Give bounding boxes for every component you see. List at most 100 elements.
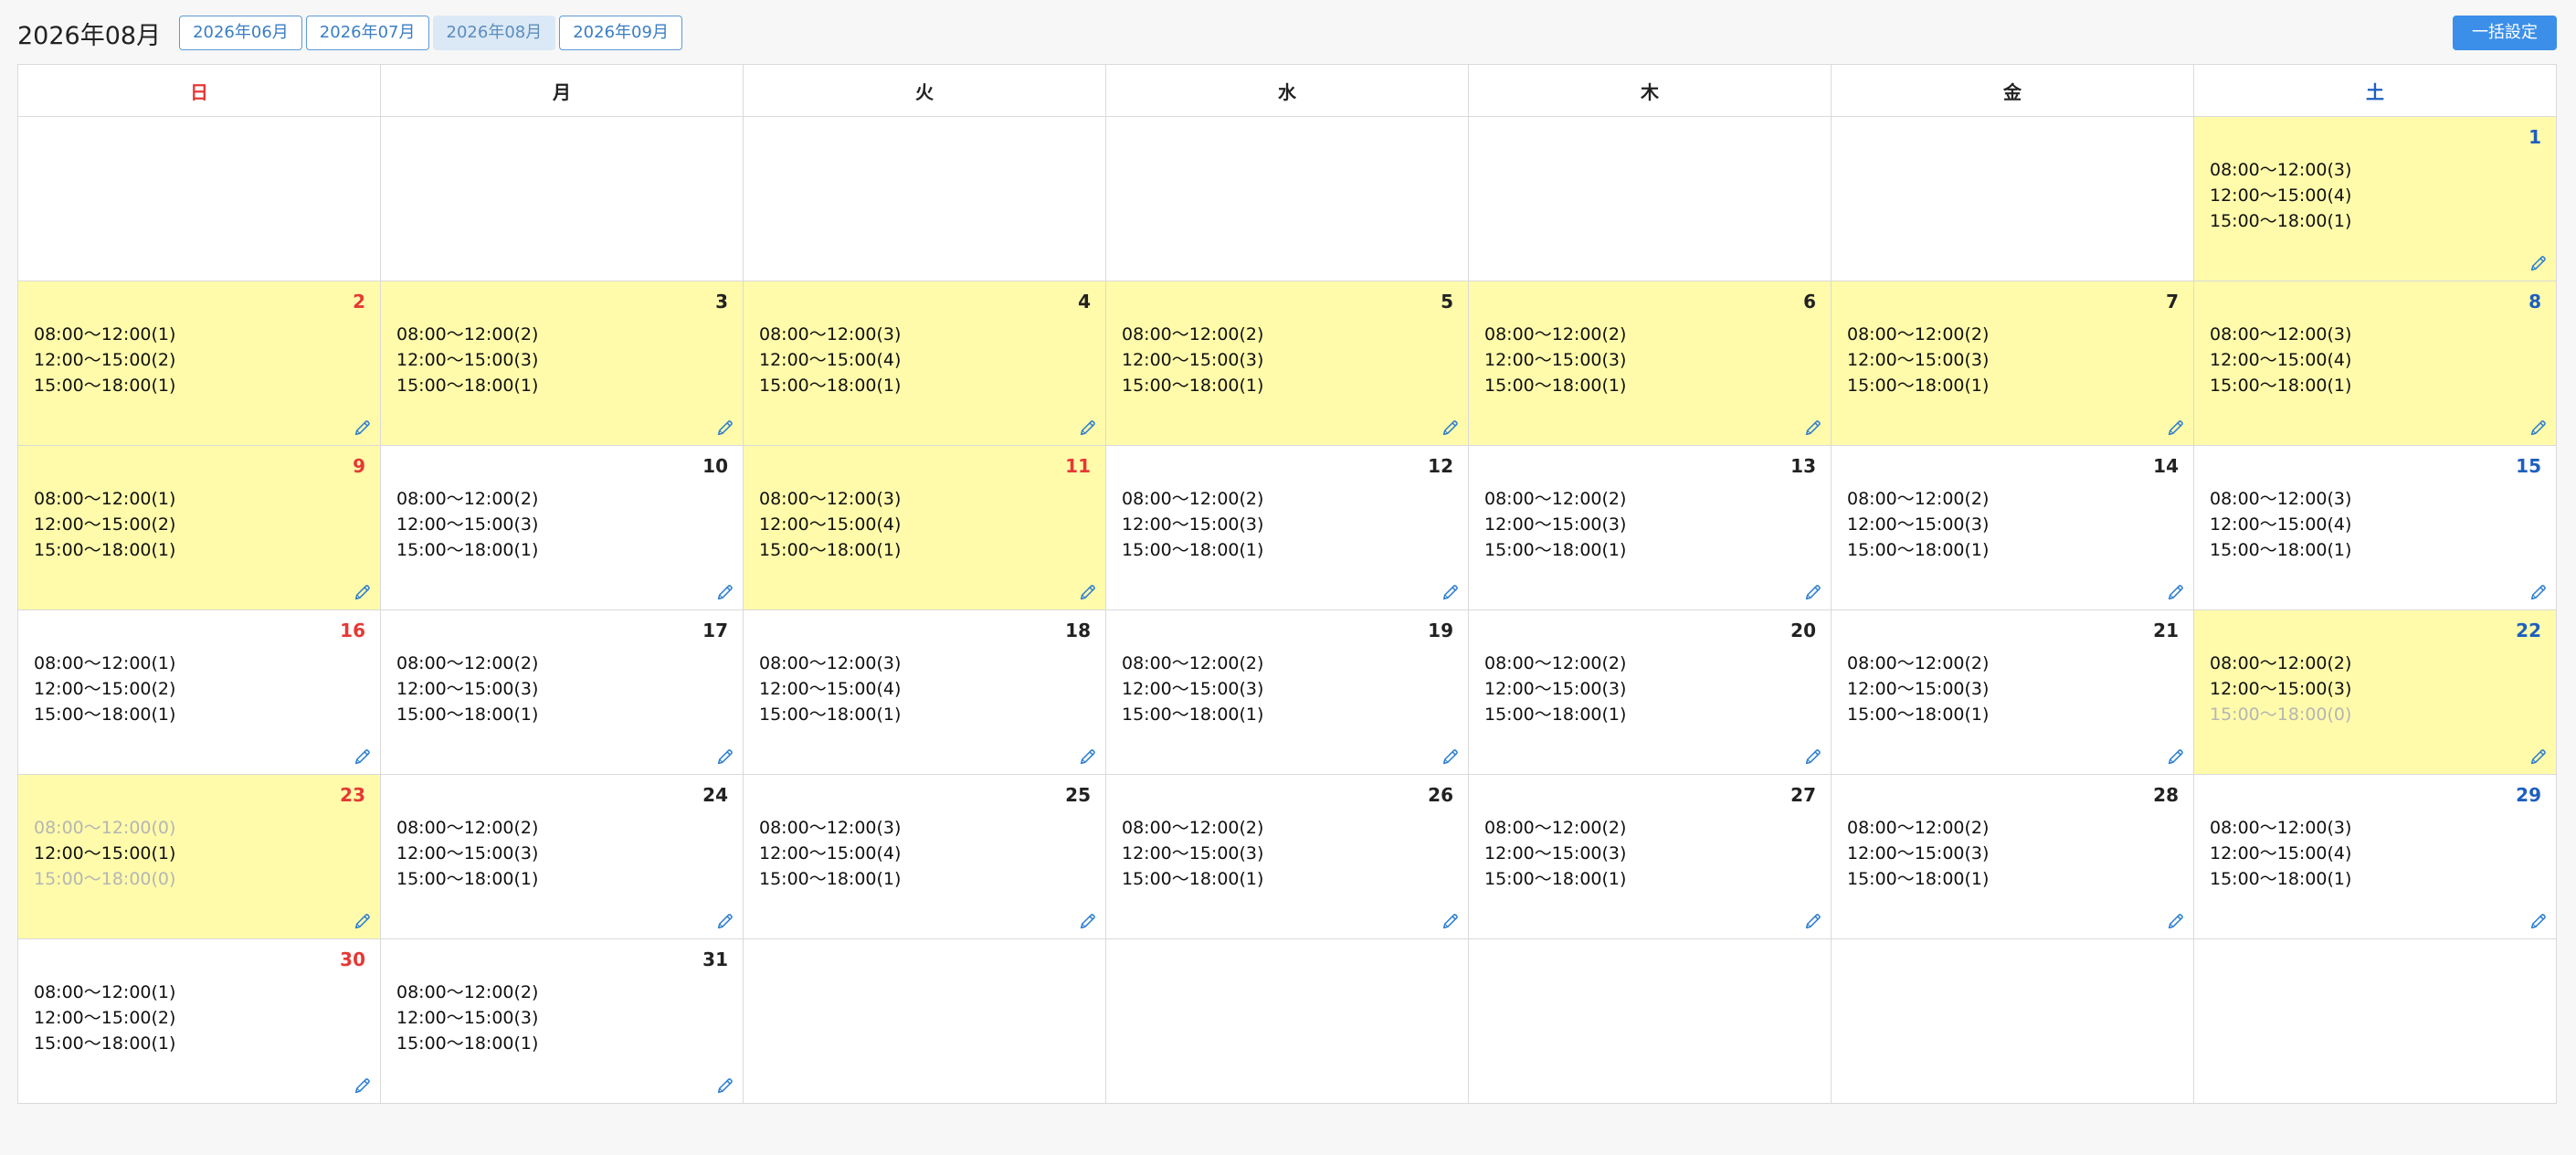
time-slot-list: 08:00〜12:00(2) 12:00〜15:00(3) 15:00〜18:00(… bbox=[396, 815, 538, 892]
time-slot: 12:00〜15:00(3) bbox=[396, 350, 539, 370]
calendar-body: 1 08:00〜12:00(3) 12:00〜15:00(4) 15:00〜18:00… bbox=[17, 116, 2557, 1104]
day-cell: 21 08:00〜12:00(2) 12:00〜15:00(3) 15:00〜18:0… bbox=[1831, 609, 2194, 775]
time-slot: 08:00〜12:00(3) bbox=[2210, 489, 2352, 509]
empty-day-cell bbox=[743, 116, 1106, 281]
edit-pencil-icon[interactable] bbox=[353, 582, 373, 602]
day-number: 20 bbox=[1790, 620, 1816, 641]
edit-pencil-icon[interactable] bbox=[1803, 582, 1823, 602]
day-cell: 19 08:00〜12:00(2) 12:00〜15:00(3) 15:00〜18:0… bbox=[1105, 609, 1469, 775]
day-cell: 15 08:00〜12:00(3) 12:00〜15:00(4) 15:00〜18:0… bbox=[2193, 445, 2557, 610]
bulk-settings-button[interactable]: 一括設定 bbox=[2453, 16, 2557, 50]
edit-pencil-icon[interactable] bbox=[353, 747, 373, 767]
edit-pencil-icon[interactable] bbox=[1441, 582, 1461, 602]
edit-pencil-icon[interactable] bbox=[2166, 582, 2186, 602]
edit-pencil-icon[interactable] bbox=[715, 582, 735, 602]
time-slot: 12:00〜15:00(3) bbox=[396, 843, 539, 864]
edit-pencil-icon[interactable] bbox=[715, 418, 735, 438]
time-slot-list: 08:00〜12:00(2) 12:00〜15:00(3) 15:00〜18:00(… bbox=[1484, 651, 1626, 727]
day-number: 22 bbox=[2516, 620, 2541, 641]
time-slot: 15:00〜18:00(1) bbox=[759, 540, 902, 560]
day-cell: 11 08:00〜12:00(3) 12:00〜15:00(4) 15:00〜18:0… bbox=[743, 445, 1106, 610]
edit-pencil-icon[interactable] bbox=[1803, 418, 1823, 438]
day-cell: 3 08:00〜12:00(2) 12:00〜15:00(3) 15:00〜18:00… bbox=[380, 281, 744, 446]
time-slot-list: 08:00〜12:00(2) 12:00〜15:00(3) 15:00〜18:00(… bbox=[1122, 322, 1263, 398]
month-button-2026-07[interactable]: 2026年07月 bbox=[305, 16, 429, 50]
time-slot: 08:00〜12:00(1) bbox=[34, 653, 176, 673]
time-slot: 08:00〜12:00(2) bbox=[2210, 653, 2352, 673]
time-slot: 08:00〜12:00(3) bbox=[2210, 324, 2352, 344]
time-slot: 15:00〜18:00(1) bbox=[396, 705, 539, 725]
weekday-sat: 土 bbox=[2193, 64, 2557, 117]
day-cell: 25 08:00〜12:00(3) 12:00〜15:00(4) 15:00〜18:0… bbox=[743, 774, 1106, 939]
weekday-fri: 金 bbox=[1831, 64, 2194, 117]
time-slot: 15:00〜18:00(1) bbox=[34, 376, 176, 396]
time-slot: 08:00〜12:00(3) bbox=[2210, 160, 2352, 180]
day-cell: 10 08:00〜12:00(2) 12:00〜15:00(3) 15:00〜18:0… bbox=[380, 445, 744, 610]
edit-pencil-icon[interactable] bbox=[715, 911, 735, 931]
edit-pencil-icon[interactable] bbox=[1441, 911, 1461, 931]
time-slot: 12:00〜15:00(3) bbox=[1122, 350, 1264, 370]
month-button-2026-09[interactable]: 2026年09月 bbox=[559, 16, 682, 50]
time-slot: 12:00〜15:00(4) bbox=[2210, 843, 2352, 864]
edit-pencil-icon[interactable] bbox=[2528, 418, 2549, 438]
edit-pencil-icon[interactable] bbox=[2166, 911, 2186, 931]
edit-pencil-icon[interactable] bbox=[1441, 747, 1461, 767]
time-slot: 15:00〜18:00(1) bbox=[1484, 705, 1627, 725]
time-slot-list: 08:00〜12:00(2) 12:00〜15:00(3) 15:00〜18:00(… bbox=[1484, 815, 1626, 892]
day-number: 2 bbox=[353, 291, 365, 313]
time-slot: 12:00〜15:00(4) bbox=[2210, 350, 2352, 370]
weekday-thu: 木 bbox=[1468, 64, 1832, 117]
time-slot: 12:00〜15:00(3) bbox=[396, 514, 539, 535]
day-number: 24 bbox=[702, 784, 728, 806]
day-cell: 6 08:00〜12:00(2) 12:00〜15:00(3) 15:00〜18:00… bbox=[1468, 281, 1832, 446]
time-slot: 15:00〜18:00(1) bbox=[1847, 869, 1990, 889]
day-number: 30 bbox=[340, 948, 365, 970]
edit-pencil-icon[interactable] bbox=[353, 418, 373, 438]
month-button-2026-06[interactable]: 2026年06月 bbox=[179, 16, 302, 50]
edit-pencil-icon[interactable] bbox=[715, 1076, 735, 1096]
day-cell: 9 08:00〜12:00(1) 12:00〜15:00(2) 15:00〜18:00… bbox=[17, 445, 381, 610]
edit-pencil-icon[interactable] bbox=[2166, 747, 2186, 767]
time-slot: 15:00〜18:00(1) bbox=[1484, 540, 1627, 560]
time-slot: 08:00〜12:00(2) bbox=[1847, 489, 1990, 509]
edit-pencil-icon[interactable] bbox=[2528, 747, 2549, 767]
time-slot: 08:00〜12:00(3) bbox=[759, 818, 902, 838]
time-slot: 12:00〜15:00(3) bbox=[1847, 843, 1990, 864]
time-slot-list: 08:00〜12:00(2) 12:00〜15:00(3) 15:00〜18:00(… bbox=[1847, 651, 1989, 727]
time-slot-list: 08:00〜12:00(3) 12:00〜15:00(4) 15:00〜18:00(… bbox=[759, 651, 901, 727]
time-slot: 08:00〜12:00(2) bbox=[1847, 818, 1990, 838]
time-slot: 12:00〜15:00(4) bbox=[759, 843, 902, 864]
empty-day-cell bbox=[1831, 116, 2194, 281]
empty-day-cell bbox=[1468, 116, 1832, 281]
month-button-2026-08[interactable]: 2026年08月 bbox=[432, 16, 556, 50]
edit-pencil-icon[interactable] bbox=[1078, 747, 1098, 767]
edit-pencil-icon[interactable] bbox=[2528, 582, 2549, 602]
edit-pencil-icon[interactable] bbox=[2528, 911, 2549, 931]
day-cell: 31 08:00〜12:00(2) 12:00〜15:00(3) 15:00〜18:0… bbox=[380, 938, 744, 1104]
edit-pencil-icon[interactable] bbox=[1803, 747, 1823, 767]
day-cell: 29 08:00〜12:00(3) 12:00〜15:00(4) 15:00〜18:0… bbox=[2193, 774, 2557, 939]
time-slot: 15:00〜18:00(1) bbox=[759, 705, 902, 725]
edit-pencil-icon[interactable] bbox=[2166, 418, 2186, 438]
edit-pencil-icon[interactable] bbox=[1078, 582, 1098, 602]
time-slot: 15:00〜18:00(1) bbox=[2210, 211, 2352, 231]
edit-pencil-icon[interactable] bbox=[1441, 418, 1461, 438]
time-slot: 12:00〜15:00(4) bbox=[2210, 514, 2352, 535]
edit-pencil-icon[interactable] bbox=[2528, 253, 2549, 273]
day-number: 29 bbox=[2516, 784, 2541, 806]
calendar-grid: 日 月 火 水 木 金 土 1 08:00〜12:00(3) 12:00〜15:00… bbox=[17, 64, 2557, 1104]
time-slot: 15:00〜18:00(1) bbox=[396, 540, 539, 560]
edit-pencil-icon[interactable] bbox=[715, 747, 735, 767]
time-slot: 12:00〜15:00(2) bbox=[34, 679, 176, 699]
day-number: 9 bbox=[353, 455, 365, 477]
day-number: 12 bbox=[1428, 455, 1453, 477]
edit-pencil-icon[interactable] bbox=[1078, 911, 1098, 931]
day-number: 1 bbox=[2528, 126, 2541, 148]
edit-pencil-icon[interactable] bbox=[1078, 418, 1098, 438]
time-slot: 15:00〜18:00(1) bbox=[396, 1033, 539, 1054]
edit-pencil-icon[interactable] bbox=[1803, 911, 1823, 931]
calendar-page: 2026年08月 2026年06月 2026年07月 2026年08月 2026… bbox=[17, 0, 2557, 1104]
day-number: 5 bbox=[1441, 291, 1453, 313]
edit-pencil-icon[interactable] bbox=[353, 1076, 373, 1096]
edit-pencil-icon[interactable] bbox=[353, 911, 373, 931]
